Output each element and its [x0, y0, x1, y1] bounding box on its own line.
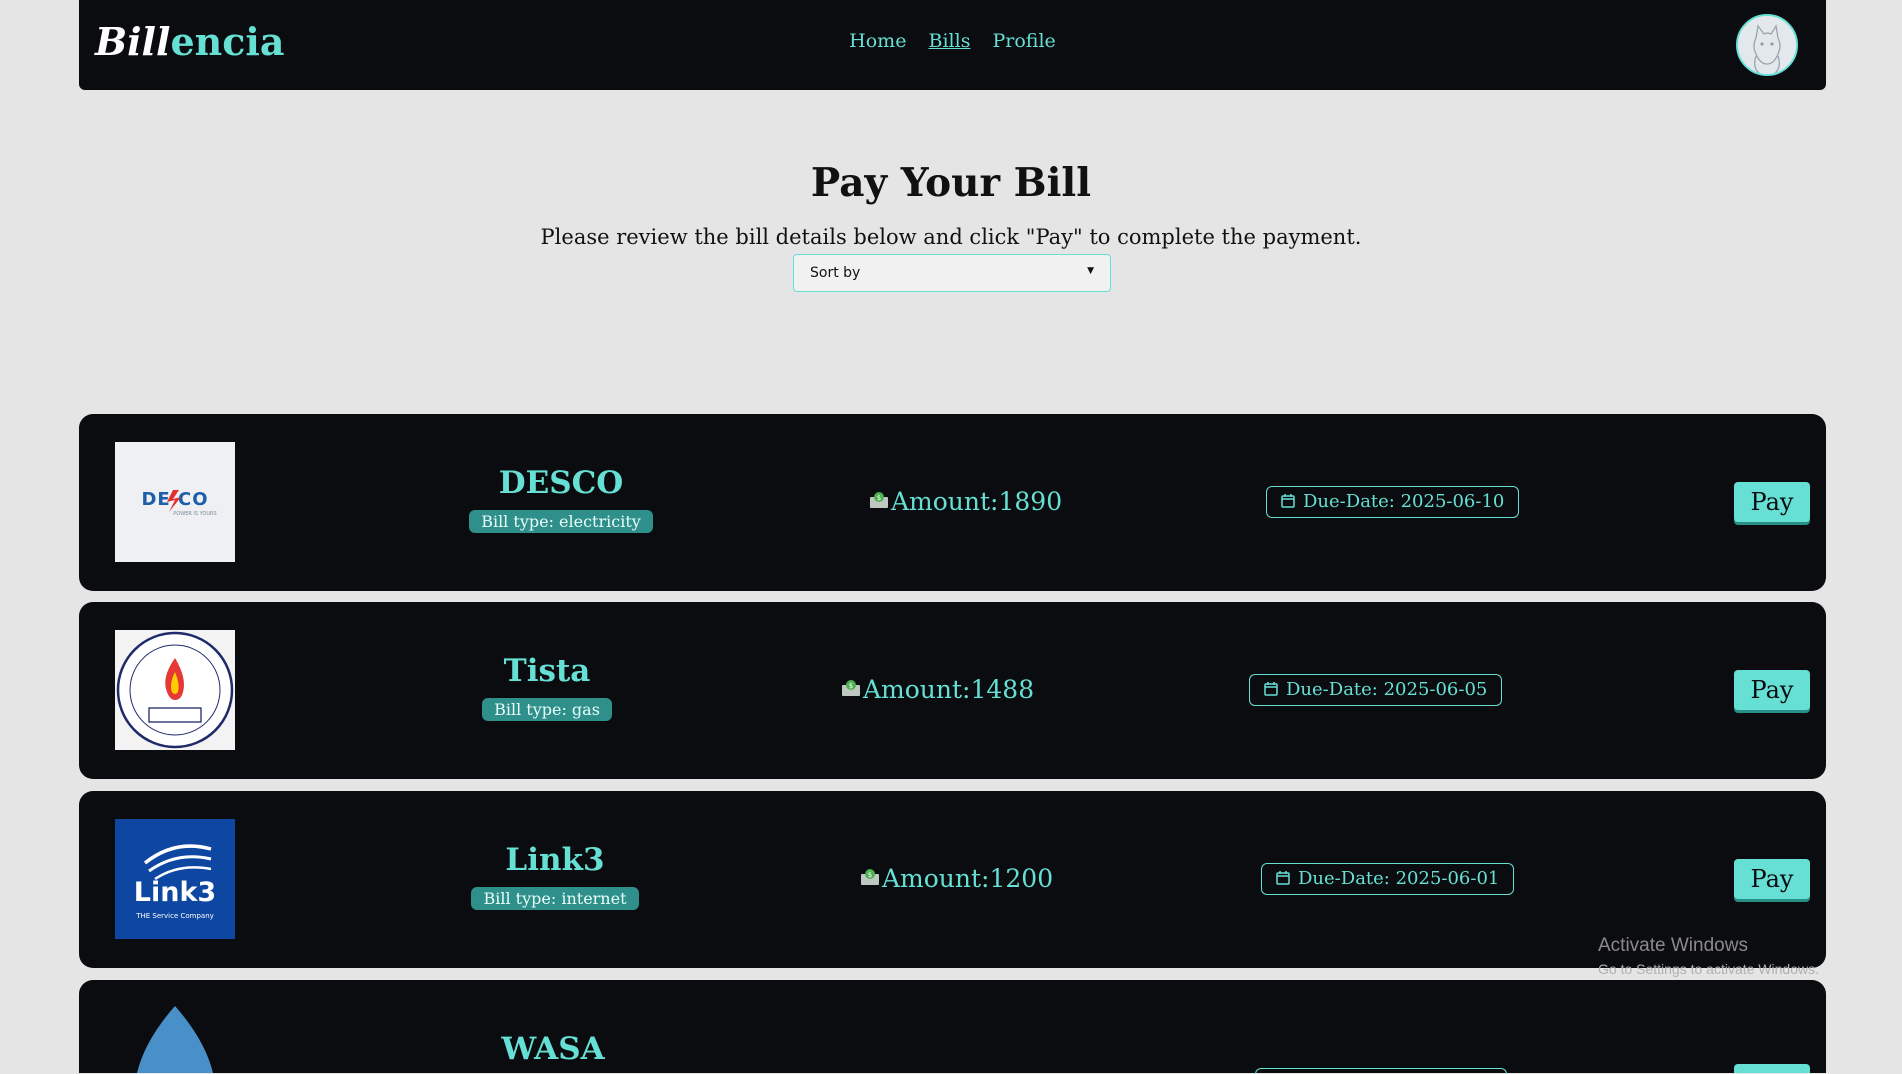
avatar[interactable]	[1736, 14, 1798, 76]
link3-logo-text: Link3	[133, 877, 217, 908]
titas-gas-logo	[115, 630, 235, 750]
cat-avatar-icon	[1738, 16, 1796, 74]
link3-logo-subtext: THE Service Company	[136, 912, 214, 920]
bill-due-text: Due-Date: 2025-06-01	[1298, 868, 1500, 889]
money-envelope-icon: $	[860, 863, 880, 885]
bill-info: Link3 Bill type: internet	[395, 841, 715, 910]
bill-amount: $ Amount:1200	[860, 863, 1053, 893]
nav-link-profile[interactable]: Profile	[993, 30, 1056, 52]
bill-info: DESCO Bill type: electricity	[401, 464, 721, 533]
watermark-line1: Activate Windows	[1598, 935, 1748, 956]
calendar-icon	[1276, 865, 1290, 885]
svg-text:$: $	[877, 494, 881, 502]
top-navbar: Billencia Home Bills Profile	[79, 0, 1826, 90]
bill-card-tista: Tista Bill type: gas $ Amount:1488 Due-Da…	[79, 602, 1826, 779]
bill-card-link3: Link3 THE Service Company Link3 Bill typ…	[79, 791, 1826, 968]
svg-text:$: $	[868, 871, 872, 879]
calendar-icon	[1264, 676, 1278, 696]
bill-amount: $ Amount:1488	[841, 674, 1034, 704]
bill-card-wasa: WASA	[79, 980, 1826, 1074]
bill-due-date: Due-Date: 2025-06-01	[1261, 863, 1515, 895]
bill-name: WASA	[501, 1031, 605, 1067]
svg-text:$: $	[849, 682, 853, 690]
sort-select[interactable]: Sort by ▼	[793, 254, 1111, 292]
bill-info: WASA	[393, 1030, 713, 1068]
desco-logo: DE CO POWER IS YOURS	[115, 442, 235, 562]
bill-due-date: Due-Date: 2025-06-05	[1249, 674, 1503, 706]
bill-amount-text: Amount:1890	[891, 487, 1063, 516]
page-title: Pay Your Bill	[810, 160, 1092, 206]
calendar-icon	[1281, 488, 1295, 508]
pay-button[interactable]: Pay	[1734, 859, 1810, 899]
pay-button[interactable]	[1734, 1064, 1810, 1073]
bill-due-date: Due-Date: 2025-06-10	[1266, 486, 1520, 518]
pay-button[interactable]: Pay	[1734, 482, 1810, 522]
bill-name: Link3	[505, 842, 605, 878]
bill-card-desco: DE CO POWER IS YOURS DESCO Bill type: el…	[79, 414, 1826, 591]
bill-due-text: Due-Date: 2025-06-10	[1303, 491, 1505, 512]
sort-label: Sort by	[810, 265, 861, 281]
bill-due-date	[1255, 1068, 1507, 1074]
bill-name: Tista	[503, 653, 591, 689]
bill-info: Tista Bill type: gas	[387, 652, 707, 721]
bill-amount: $ Amount:1890	[869, 486, 1062, 516]
watermark-line2: Go to Settings to activate Windows.	[1598, 961, 1819, 977]
caret-down-icon: ▼	[1087, 266, 1094, 276]
water-drop-logo	[115, 1006, 235, 1073]
bill-name: DESCO	[498, 465, 624, 501]
link3-logo: Link3 THE Service Company	[115, 819, 235, 939]
bill-amount-text: Amount:1488	[863, 675, 1035, 704]
svg-text:POWER IS YOURS: POWER IS YOURS	[173, 511, 216, 517]
money-envelope-icon: $	[869, 486, 889, 508]
bill-due-text: Due-Date: 2025-06-05	[1286, 679, 1488, 700]
bill-type-badge: Bill type: gas	[482, 698, 612, 721]
page-subtitle: Please review the bill details below and…	[540, 225, 1362, 249]
money-envelope-icon: $	[841, 674, 861, 696]
bill-amount-text: Amount:1200	[882, 864, 1054, 893]
nav-link-home[interactable]: Home	[849, 30, 906, 52]
bill-type-badge: Bill type: electricity	[469, 510, 653, 533]
pay-button[interactable]: Pay	[1734, 670, 1810, 710]
bill-type-badge: Bill type: internet	[471, 887, 639, 910]
nav-link-bills[interactable]: Bills	[929, 30, 971, 52]
windows-activation-watermark: Activate Windows Go to Settings to activ…	[1598, 935, 1819, 977]
nav-links: Home Bills Profile	[79, 30, 1826, 52]
